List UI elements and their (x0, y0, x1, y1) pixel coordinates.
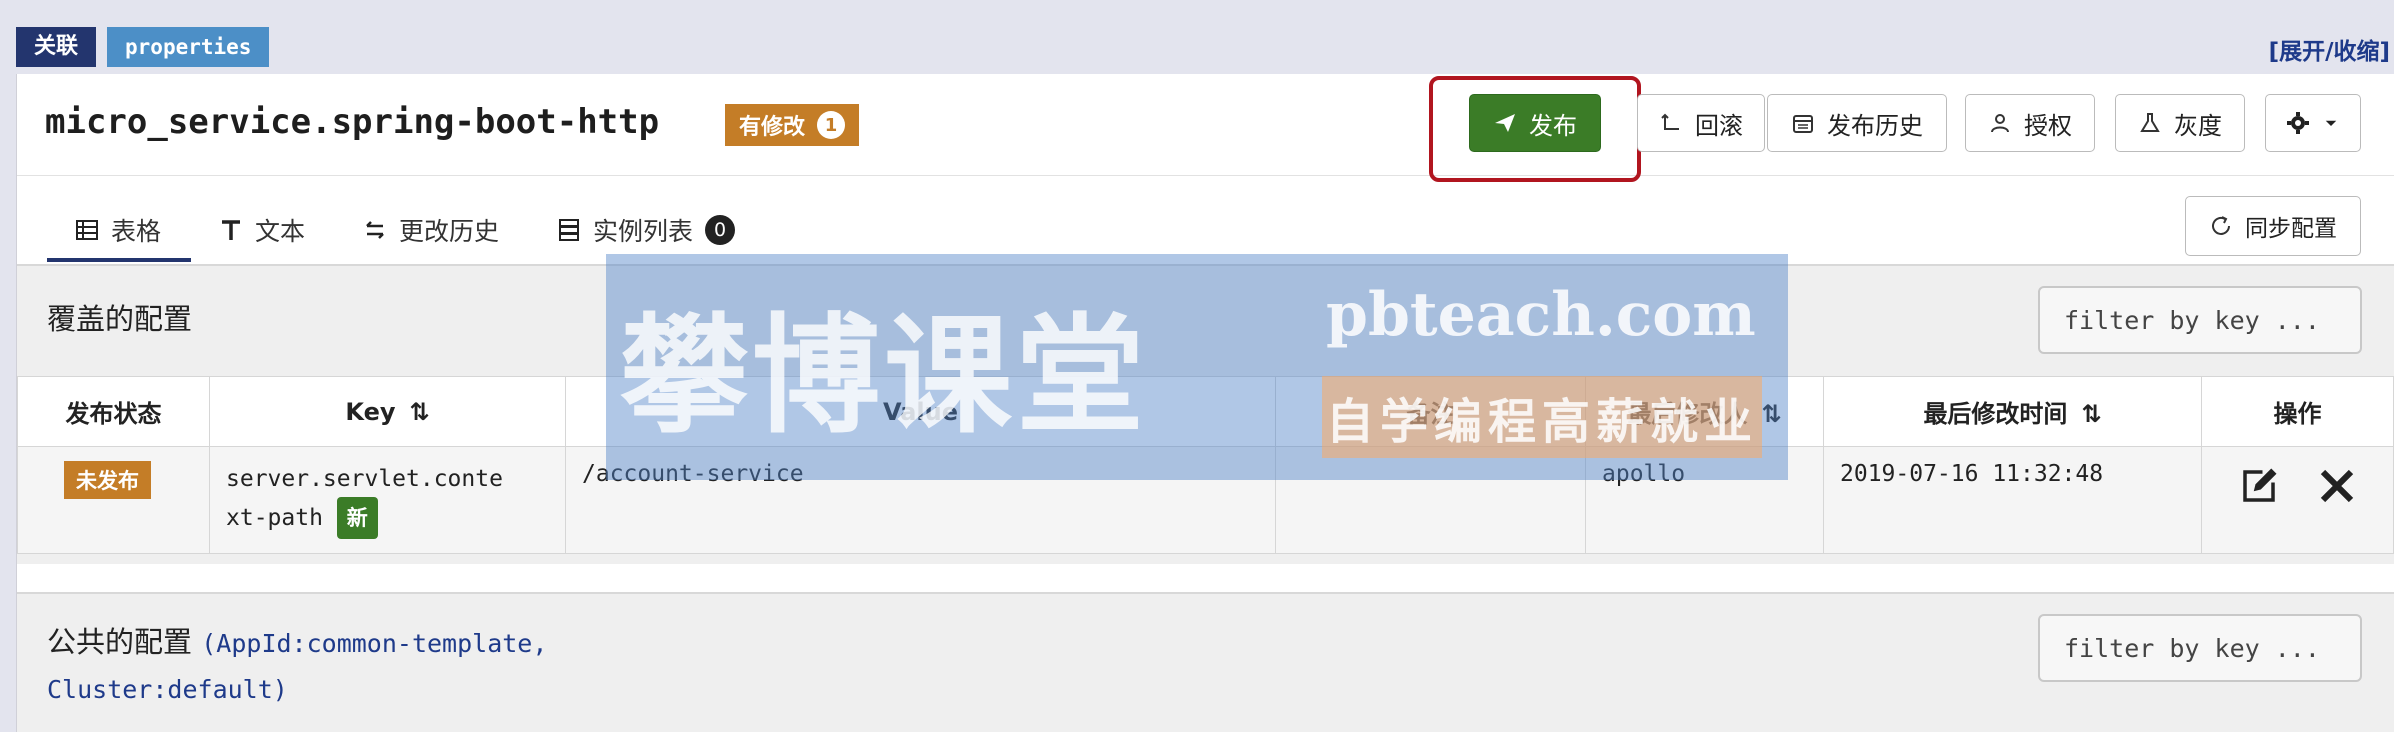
public-config-title: 公共的配置 (AppId:common-template, Cluster:de… (47, 620, 547, 712)
flask-icon (2140, 113, 2160, 132)
sort-icon[interactable]: ⇅ (410, 398, 430, 426)
col-modifier-label: 最后修改人 (1627, 400, 1748, 428)
tab-instances[interactable]: 实例列表 0 (529, 212, 765, 256)
col-modifier[interactable]: 最后修改人 ⇅ (1585, 376, 1824, 447)
public-config-label: 公共的配置 (47, 625, 193, 659)
cell-actions (2201, 446, 2394, 554)
delete-icon[interactable] (2316, 465, 2358, 507)
cell-status: 未发布 (17, 446, 210, 554)
col-actions: 操作 (2201, 376, 2394, 447)
text-icon (222, 220, 241, 240)
expand-collapse-link[interactable]: [展开/收缩] (2269, 32, 2390, 66)
sort-icon[interactable]: ⇅ (2081, 400, 2101, 428)
assoc-tag[interactable]: 关联 (16, 27, 97, 67)
public-config-section: 公共的配置 (AppId:common-template, Cluster:de… (17, 592, 2394, 732)
cell-modifier: apollo (1585, 446, 1824, 554)
namespace-panel: micro_service.spring-boot-http 有修改 1 发布 … (16, 74, 2394, 732)
view-tabs: 表格 文本 更改历史 实例列表 0 (47, 212, 765, 262)
rollback-button[interactable]: 回滚 (1637, 94, 1765, 152)
caret-down-icon (2325, 120, 2337, 126)
tab-table[interactable]: 表格 (47, 212, 192, 262)
modified-label: 有修改 (739, 115, 806, 140)
unpublished-badge: 未发布 (64, 461, 151, 499)
public-filter-input[interactable]: filter by key ... (2038, 614, 2362, 682)
refresh-icon (2212, 216, 2230, 235)
authorize-button[interactable]: 授权 (1965, 94, 2095, 152)
rollback-icon (1661, 113, 1679, 130)
cell-value: /account-service (565, 446, 1276, 554)
sort-icon[interactable]: ⇅ (1761, 400, 1781, 428)
key-text-line1: server.servlet.conte (226, 466, 503, 492)
table-icon (76, 220, 98, 240)
public-cluster: Cluster:default) (47, 675, 288, 704)
col-modified-time[interactable]: 最后修改时间 ⇅ (1823, 376, 2202, 447)
exchange-icon (366, 221, 384, 239)
modified-count: 1 (817, 111, 846, 139)
tab-text[interactable]: 文本 (191, 212, 335, 256)
cell-key: server.servlet.conte xt-path 新 (209, 446, 566, 554)
new-badge: 新 (336, 497, 378, 539)
send-icon (1495, 114, 1515, 132)
publish-history-label: 发布历史 (1827, 111, 1923, 140)
publish-history-button[interactable]: 发布历史 (1767, 94, 1947, 152)
gray-release-button[interactable]: 灰度 (2115, 94, 2245, 152)
table-row: 未发布 server.servlet.conte xt-path 新 /acco… (17, 446, 2394, 554)
override-config-section: 覆盖的配置 filter by key ... 发布状态 Key ⇅ Value … (17, 264, 2394, 564)
server-icon (559, 219, 580, 241)
rollback-label: 回滚 (1695, 111, 1743, 140)
instance-count-badge: 0 (705, 215, 736, 245)
col-key[interactable]: Key ⇅ (209, 376, 566, 447)
col-key-label: Key (345, 397, 396, 426)
key-text-line2: xt-path (226, 505, 323, 531)
tab-table-label: 表格 (111, 217, 162, 246)
config-table: 发布状态 Key ⇅ Value 备注 最后修改人 ⇅ 最后修改时间 ⇅ 操作 未发布… (17, 376, 2394, 554)
gray-release-label: 灰度 (2174, 111, 2222, 140)
publish-label: 发布 (1529, 111, 1577, 140)
col-value: Value (565, 376, 1276, 447)
tab-instances-label: 实例列表 (593, 217, 694, 246)
tab-change-history-label: 更改历史 (399, 217, 500, 246)
override-filter-input[interactable]: filter by key ... (2038, 286, 2362, 354)
calendar-icon (1793, 115, 1813, 133)
publish-button[interactable]: 发布 (1469, 94, 1601, 152)
sync-config-button[interactable]: 同步配置 (2185, 196, 2361, 256)
settings-dropdown-button[interactable] (2265, 94, 2361, 152)
cell-comment (1275, 446, 1586, 554)
namespace-name: micro_service.spring-boot-http (45, 102, 660, 142)
col-comment: 备注 (1275, 376, 1586, 447)
override-config-title: 覆盖的配置 (47, 302, 193, 336)
tab-change-history[interactable]: 更改历史 (335, 212, 529, 256)
col-modified-time-label: 最后修改时间 (1923, 400, 2068, 428)
edit-icon[interactable] (2238, 465, 2280, 507)
authorize-label: 授权 (2024, 111, 2072, 140)
user-icon (1991, 114, 2009, 133)
col-publish-status: 发布状态 (17, 376, 210, 447)
namespace-tags: 关联 properties (16, 27, 270, 67)
gear-icon (2287, 112, 2309, 134)
cell-modified-time: 2019-07-16 11:32:48 (1823, 446, 2202, 554)
tab-text-label: 文本 (255, 217, 306, 246)
modified-badge: 有修改 1 (725, 104, 860, 146)
sync-config-label: 同步配置 (2245, 216, 2337, 242)
public-appid: (AppId:common-template, (201, 629, 548, 658)
namespace-header: micro_service.spring-boot-http 有修改 1 发布 … (17, 74, 2394, 182)
format-tag: properties (107, 27, 270, 67)
